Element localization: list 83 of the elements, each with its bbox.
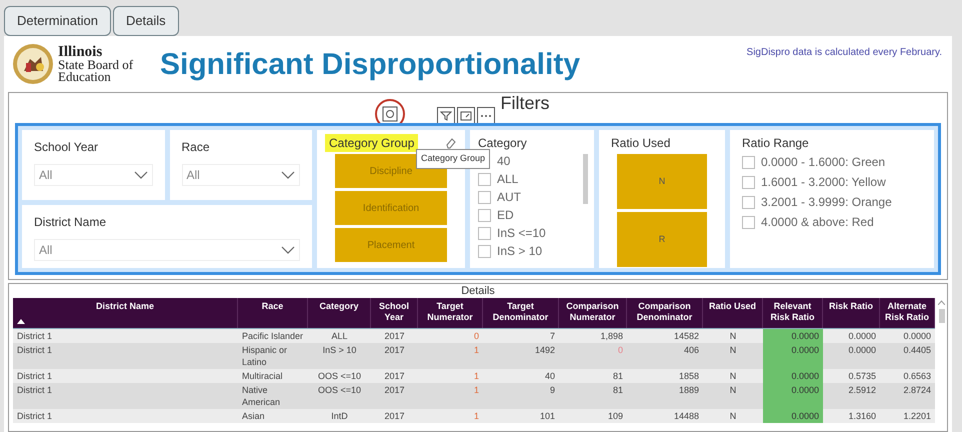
- slicer-label: Ratio Range: [742, 135, 810, 152]
- table-cell-text: District 1: [16, 370, 54, 383]
- table-cell-text: 0.0000: [847, 330, 877, 343]
- table-cell-text: 0.4405: [902, 344, 932, 357]
- table-cell-text: Hispanic or Latino: [241, 344, 288, 369]
- table-cell-text: District 1: [16, 330, 54, 343]
- table-cell-text: 1858: [678, 370, 700, 383]
- option-label: 4.0000 & above: Red: [761, 214, 874, 231]
- table-cell-text: 101: [538, 410, 556, 423]
- table-cell-text: 0: [472, 330, 480, 343]
- filters-title: Filters: [500, 92, 550, 115]
- slicer-label: Ratio Used: [611, 135, 672, 152]
- table-cell-text: N: [728, 370, 738, 383]
- table-cell-text: 0.5735: [847, 370, 877, 383]
- option-label: 1.6001 - 3.2000: Yellow: [761, 174, 886, 191]
- table-cell-text: 0.0000: [847, 344, 877, 357]
- table-cell-text: 0.6563: [902, 370, 932, 383]
- table-cell-text: 40: [544, 370, 556, 383]
- table-cell: 0.0000: [763, 329, 823, 343]
- table-cell-text: 1: [472, 384, 480, 397]
- table-cell-text: 14488: [672, 410, 700, 423]
- option-label: InS > 10: [497, 243, 542, 260]
- table-cell-text: N: [728, 344, 738, 357]
- table-cell-text: 7: [548, 330, 556, 343]
- table-cell-text: District 1: [16, 384, 54, 397]
- table-cell-text: 1: [472, 410, 480, 423]
- slicer-label: Category: [478, 135, 528, 152]
- table-cell-text: OOS <=10: [316, 370, 362, 383]
- table-cell-text: 2017: [383, 344, 406, 357]
- table-cell-text: InS > 10: [322, 344, 358, 357]
- table-cell-text: 2.5912: [847, 384, 877, 397]
- table-cell-text: 0.0000: [902, 330, 932, 343]
- page-title: Significant Disproportionality: [160, 46, 580, 82]
- table-cell-text: N: [728, 330, 738, 343]
- table-cell-text: District 1: [16, 410, 54, 423]
- tooltip: Category Group: [416, 149, 490, 168]
- table-cell-text: 1: [472, 370, 480, 383]
- table-cell-text: 109: [606, 410, 624, 423]
- table-cell-text: Pacific Islander: [241, 330, 304, 343]
- option-label: 0.0000 - 1.6000: Green: [761, 154, 886, 171]
- table-cell-text: 0: [616, 344, 624, 357]
- slicer-label: District Name: [34, 214, 108, 231]
- table-cell-text: 9: [548, 384, 556, 397]
- table-cell: 0.0000: [763, 383, 823, 409]
- option-label: InS <=10: [497, 225, 546, 242]
- option-label: ED: [497, 207, 514, 224]
- org-name: Illinois State Board of Education: [58, 45, 134, 83]
- table-title: Details: [460, 284, 496, 298]
- table-cell-text: 1.3160: [847, 410, 877, 423]
- table-cell-text: District 1: [16, 344, 54, 357]
- table-cell: 0.0000: [763, 343, 823, 369]
- table-cell-text: Native American: [241, 384, 282, 409]
- table-cell-text: 1492: [534, 344, 556, 357]
- info-note: SigDispro data is calculated every February.: [746, 46, 942, 60]
- table-cell-text: ALL: [330, 330, 348, 343]
- table-cell-text: Multiracial: [241, 370, 284, 383]
- slicer-label: Category Group: [325, 134, 418, 152]
- table-cell-text: 2017: [383, 384, 406, 397]
- table-cell-text: Asian: [241, 410, 266, 423]
- table-cell-text: 1.2201: [902, 410, 932, 423]
- table-cell-text: 2017: [383, 330, 406, 343]
- table-cell-text: 2.8724: [902, 384, 932, 397]
- table-cell-text: IntD: [330, 410, 349, 423]
- slicer-label: Race: [182, 139, 211, 156]
- option-label: AUT: [497, 189, 521, 206]
- option-label: ALL: [497, 171, 518, 188]
- table-cell-text: N: [728, 410, 738, 423]
- table-cell-text: OOS <=10: [316, 384, 362, 397]
- table-cell-text: 81: [612, 384, 624, 397]
- table-cell: 0.0000: [763, 409, 823, 423]
- option-label: 40: [497, 153, 510, 170]
- table-cell: 0.0000: [763, 369, 823, 383]
- table-cell-text: 1,898: [599, 330, 624, 343]
- table-cell-text: 1889: [678, 384, 700, 397]
- table-cell-text: 81: [612, 370, 624, 383]
- table-cell-text: N: [728, 384, 738, 397]
- table-cell-text: 2017: [383, 410, 406, 423]
- table-cell-text: 14582: [672, 330, 700, 343]
- table-cell-text: 406: [682, 344, 700, 357]
- table-cell-text: 2017: [383, 370, 406, 383]
- slicer-label: School Year: [34, 139, 100, 156]
- table-cell-text: 1: [472, 344, 480, 357]
- option-label: 3.2001 - 3.9999: Orange: [761, 194, 892, 211]
